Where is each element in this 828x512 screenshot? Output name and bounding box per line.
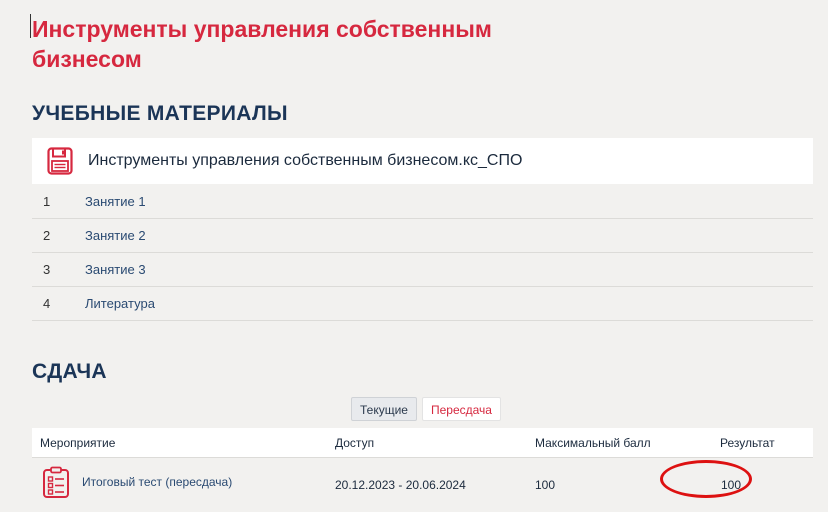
list-item: 4 Литература: [32, 287, 813, 321]
list-item: 1 Занятие 1: [32, 185, 813, 219]
column-header-max-score: Максимальный балл: [535, 435, 651, 450]
column-header-access: Доступ: [335, 435, 375, 450]
floppy-disk-icon: [46, 146, 74, 176]
exam-heading: СДАЧА: [32, 360, 107, 383]
text-cursor: [30, 14, 31, 38]
material-file-card[interactable]: Инструменты управления собственным бизне…: [32, 138, 813, 184]
column-header-event: Мероприятие: [40, 435, 116, 450]
list-item-number: 4: [43, 296, 51, 311]
lesson-link[interactable]: Занятие 1: [85, 194, 146, 209]
clipboard-list-icon: [40, 465, 72, 499]
final-test-link[interactable]: Итоговый тест (пересдача): [82, 475, 232, 489]
list-item: 3 Занятие 3: [32, 253, 813, 287]
page-title: Инструменты управления собственным бизне…: [32, 16, 492, 72]
event-cell: Итоговый тест (пересдача): [32, 466, 328, 499]
tab-current[interactable]: Текущие: [351, 397, 417, 421]
tab-retake[interactable]: Пересдача: [421, 397, 501, 421]
lesson-link[interactable]: Занятие 3: [85, 262, 146, 277]
column-header-result: Результат: [720, 435, 775, 450]
list-item-number: 3: [43, 262, 51, 277]
list-item-number: 2: [43, 228, 51, 243]
literature-link[interactable]: Литература: [85, 296, 155, 311]
lesson-link[interactable]: Занятие 2: [85, 228, 146, 243]
material-file-title: Инструменты управления собственным бизне…: [88, 152, 523, 169]
access-cell: 20.12.2023 - 20.06.2024: [335, 478, 466, 492]
materials-list: 1 Занятие 1 2 Занятие 2 3 Занятие 3 4 Ли…: [32, 185, 813, 321]
exam-tabs: Текущие Пересдача: [351, 397, 501, 421]
table-header: Мероприятие Доступ Максимальный балл Рез…: [32, 428, 813, 458]
list-item: 2 Занятие 2: [32, 219, 813, 253]
result-highlight-ellipse: [660, 460, 752, 498]
list-item-number: 1: [43, 194, 51, 209]
materials-heading: УЧЕБНЫЕ МАТЕРИАЛЫ: [32, 102, 288, 125]
